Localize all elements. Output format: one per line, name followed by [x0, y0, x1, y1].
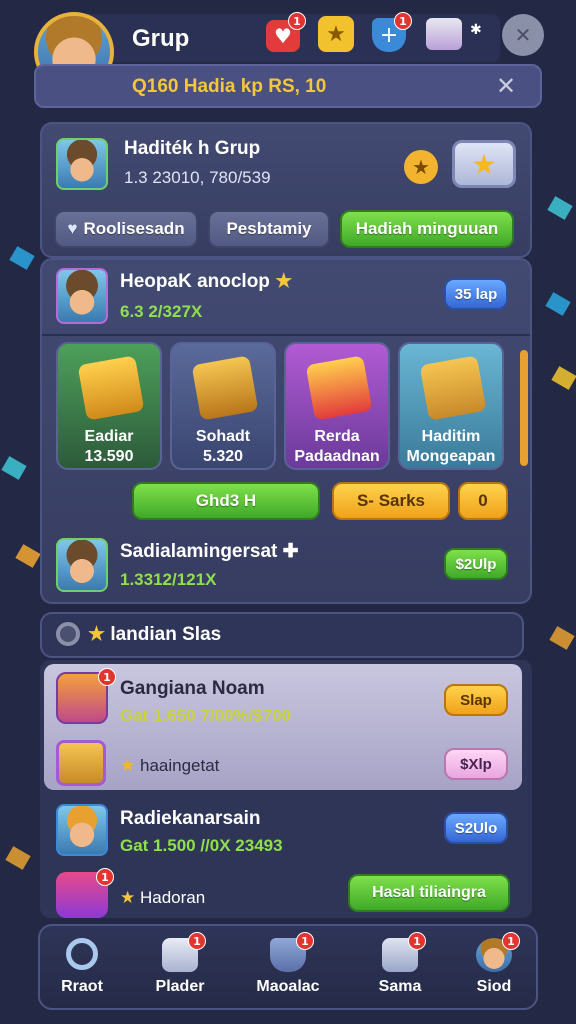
- list-item-name: Radiekanarsain: [120, 808, 261, 829]
- reward-tile[interactable]: Sohadt 5.320: [170, 342, 276, 470]
- sort-button[interactable]: S- Sarks: [332, 482, 450, 520]
- member-score: 6.3 2/327X: [120, 302, 203, 321]
- member-avatar: [56, 268, 108, 324]
- list-item-score: Gat 1.650 7/00%/$700: [120, 706, 292, 725]
- confetti: [1, 456, 27, 480]
- list-item-avatar: [56, 804, 108, 856]
- notification-badge: 1: [394, 12, 412, 30]
- heart-icon: ♥: [67, 219, 78, 238]
- group-avatar: [56, 138, 108, 190]
- list-item-icon: [56, 740, 106, 786]
- star-icon[interactable]: ★: [318, 16, 354, 52]
- nav-item-siod[interactable]: 1 Siod: [454, 930, 534, 1000]
- nav-item-rraot[interactable]: Rraot: [42, 930, 122, 1000]
- tab-hadiah-minguuan[interactable]: Hadiah minguuan: [340, 210, 514, 248]
- notification-badge: 1: [408, 932, 426, 950]
- notification-badge: 1: [188, 932, 206, 950]
- reward-value: Padaadnan: [294, 448, 380, 465]
- reward-tile[interactable]: Haditim Mongeapan: [398, 342, 504, 470]
- tab-pesbtamiy[interactable]: Pesbtamiy: [208, 210, 330, 248]
- reward-label: Eadiar: [84, 428, 134, 445]
- member-name: HeopaK anoclop ★: [120, 271, 293, 292]
- page-title: Grup: [132, 25, 190, 52]
- reward-value: 13.590: [84, 448, 134, 465]
- more-icon[interactable]: ✱: [470, 22, 482, 46]
- nav-label: Maoalac: [256, 978, 320, 995]
- chat-icon[interactable]: ✕: [502, 14, 544, 56]
- confetti: [15, 544, 41, 568]
- search-icon: [66, 938, 98, 970]
- member-avatar: [56, 538, 108, 592]
- reward-value: Mongeapan: [406, 448, 496, 465]
- reward-value: 5.320: [202, 448, 244, 465]
- info-banner-text: Q160 Hadia kp RS, 10: [132, 76, 327, 97]
- nav-label: Siod: [476, 978, 512, 995]
- level-button[interactable]: $2Ulp: [444, 548, 508, 580]
- nav-label: Plader: [155, 978, 205, 995]
- reward-tile[interactable]: Rerda Padaadnan: [284, 342, 390, 470]
- nav-label: Rraot: [61, 978, 103, 995]
- mailbox-icon[interactable]: [426, 18, 462, 50]
- confetti: [9, 246, 35, 270]
- notification-badge: 1: [502, 932, 520, 950]
- favorite-button[interactable]: ★: [452, 140, 516, 188]
- reward-chest-icon: [77, 355, 145, 421]
- nav-item-maoalac[interactable]: 1 Maoalac: [248, 930, 328, 1000]
- notification-badge: 1: [96, 868, 114, 886]
- target-icon: [56, 622, 80, 646]
- reward-gift-icon: [305, 355, 373, 421]
- member-name: Sadialamingersat ✚: [120, 541, 299, 562]
- scroll-indicator: [520, 350, 528, 466]
- confetti: [545, 292, 571, 316]
- claim-button[interactable]: Ghd3 H: [132, 482, 320, 520]
- nav-label: Sama: [378, 978, 422, 995]
- member-score: 1.3312/121X: [120, 570, 217, 589]
- reward-label: Haditim: [421, 428, 481, 445]
- reward-label: Sohadt: [195, 428, 251, 445]
- section-title: ★ landian Slas: [88, 624, 222, 645]
- close-icon[interactable]: ✕: [492, 72, 520, 100]
- tab-label: Roolisesadn: [83, 219, 185, 238]
- notification-badge: 1: [98, 668, 116, 686]
- confetti: [5, 846, 31, 870]
- level-button[interactable]: 35 lap: [444, 278, 508, 310]
- group-name: Haditék h Grup: [124, 138, 261, 159]
- divider: [42, 334, 530, 336]
- list-item-name: ★ Hadoran: [120, 888, 206, 907]
- reward-cube-icon: [419, 355, 487, 421]
- tab-roolisesadn[interactable]: ♥ Roolisesadn: [54, 210, 198, 248]
- nav-item-sama[interactable]: 1 Sama: [360, 930, 440, 1000]
- notification-badge: 1: [288, 12, 306, 30]
- list-item-name: ★ haaingetat: [120, 756, 220, 775]
- list-item-button[interactable]: S2Ulo: [444, 812, 508, 844]
- list-item-button[interactable]: $Xlp: [444, 748, 508, 780]
- list-item-button[interactable]: Hasal tiliaingra: [348, 874, 510, 912]
- reward-tile[interactable]: Eadiar 13.590: [56, 342, 162, 470]
- confetti: [551, 366, 576, 390]
- list-item-button[interactable]: Slap: [444, 684, 508, 716]
- group-stats: 1.3 23010, 780/539: [124, 168, 271, 187]
- count-button[interactable]: 0: [458, 482, 508, 520]
- reward-label: Rerda: [314, 428, 360, 445]
- badge-icon: ★: [404, 150, 438, 184]
- nav-item-plader[interactable]: 1 Plader: [140, 930, 220, 1000]
- list-item-name: Gangiana Noam: [120, 678, 265, 699]
- confetti: [547, 196, 573, 220]
- notification-badge: 1: [296, 932, 314, 950]
- reward-box-icon: [191, 355, 259, 421]
- list-item-score: Gat 1.500 //0X 23493: [120, 836, 283, 855]
- confetti: [549, 626, 575, 650]
